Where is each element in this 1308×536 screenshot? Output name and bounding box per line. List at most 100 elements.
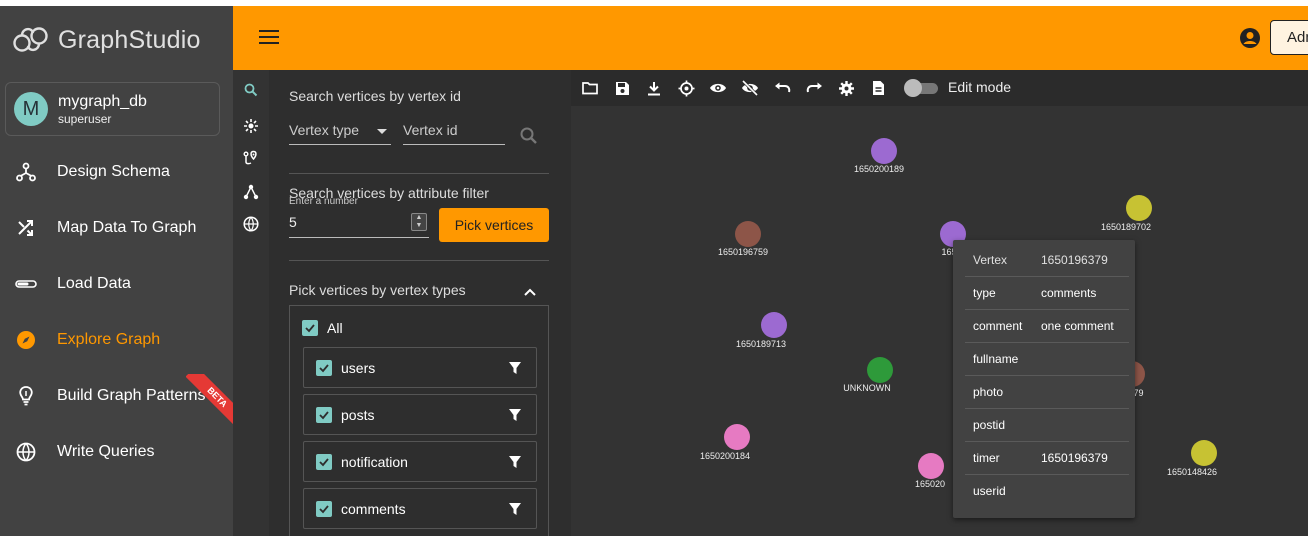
search-by-id-title: Search vertices by vertex id <box>289 88 461 104</box>
vertex-type-select[interactable]: Vertex type <box>289 117 391 145</box>
tooltip-key: type <box>973 286 996 300</box>
tooltip-key: fullname <box>973 352 1019 366</box>
vertex-label: UNKNOWN <box>843 383 891 393</box>
edit-mode-toggle[interactable] <box>904 79 940 97</box>
nav-explore-graph[interactable]: Explore Graph <box>0 320 233 360</box>
vertex-type-row[interactable]: notification <box>303 441 537 482</box>
filter-icon[interactable] <box>508 408 522 422</box>
nav-write-queries[interactable]: Write Queries <box>0 432 233 472</box>
filter-icon[interactable] <box>508 361 522 375</box>
logo-text: GraphStudio <box>58 25 201 54</box>
number-hint: Enter a number <box>289 196 358 207</box>
nav-map-data[interactable]: Map Data To Graph <box>0 208 233 248</box>
graph-vertex[interactable] <box>1126 195 1152 221</box>
vertex-label: 1650196759 <box>717 247 769 257</box>
account-icon[interactable] <box>1239 27 1261 49</box>
tooltip-key: comment <box>973 319 1023 333</box>
save-icon[interactable] <box>613 79 631 97</box>
schema-icon <box>15 161 37 183</box>
shuffle-icon <box>15 217 37 239</box>
nav-label: Write Queries <box>57 443 155 460</box>
vertex-count-input[interactable]: 5 ▲ ▼ <box>289 210 429 238</box>
search-icon[interactable] <box>519 126 539 146</box>
vertex-type-label: comments <box>341 500 406 517</box>
vertex-type-label: posts <box>341 406 375 423</box>
checkbox-checked-icon[interactable] <box>316 453 332 470</box>
graphstudio-logo[interactable]: GraphStudio <box>12 22 201 58</box>
graph-icon[interactable] <box>241 182 261 202</box>
nav-design-schema[interactable]: Design Schema <box>0 152 233 192</box>
nav-load-data[interactable]: Load Data <box>0 264 233 304</box>
tooltip-row: userid <box>965 475 1129 508</box>
graph-vertex[interactable] <box>867 357 893 383</box>
graph-canvas[interactable]: Edit mode 1650200189 1650196759 165 1650189… <box>571 70 1308 536</box>
edit-mode-label: Edit mode <box>948 79 1012 95</box>
graph-vertex[interactable] <box>1191 440 1217 466</box>
admin-button[interactable]: Admin <box>1270 20 1308 55</box>
settings-icon[interactable] <box>837 79 855 97</box>
vertex-label: 1650148426 <box>1166 467 1218 477</box>
vertex-label: 1650189713 <box>735 339 787 349</box>
tooltip-row: comment one comment <box>965 310 1129 343</box>
vertex-type-row[interactable]: comments <box>303 488 537 529</box>
tooltip-value: 1650196379 <box>1041 451 1108 465</box>
pick-vertices-button[interactable]: Pick vertices <box>439 208 549 242</box>
checkbox-checked-icon[interactable] <box>316 406 332 423</box>
vertex-type-label: notification <box>341 453 408 470</box>
graph-vertex[interactable] <box>761 312 787 338</box>
checkbox-checked-icon <box>302 320 318 336</box>
open-folder-icon[interactable] <box>581 79 599 97</box>
tooltip-value: one comment <box>1041 319 1114 333</box>
tooltip-header: Vertex 1650196379 <box>965 244 1129 277</box>
nav-label: Load Data <box>57 275 131 292</box>
tooltip-row: fullname <box>965 343 1129 376</box>
vertex-label: 1650200184 <box>699 451 751 461</box>
nav-label: Build Graph Patterns <box>57 387 206 404</box>
dropdown-arrow-icon <box>377 129 387 134</box>
tooltip-key: Vertex <box>973 253 1008 267</box>
graph-toolbar: Edit mode <box>571 70 1308 106</box>
globe-code-icon[interactable] <box>241 214 261 234</box>
divider <box>289 173 549 174</box>
nav-label: Explore Graph <box>57 331 161 348</box>
document-icon[interactable] <box>869 79 887 97</box>
graph-vertex[interactable] <box>724 424 750 450</box>
load-bar-icon <box>15 273 37 295</box>
expand-icon[interactable] <box>241 116 261 136</box>
vertex-type-row[interactable]: posts <box>303 394 537 435</box>
checkbox-checked-icon[interactable] <box>316 500 332 517</box>
eye-icon[interactable] <box>709 79 727 97</box>
search-icon[interactable] <box>241 80 261 100</box>
logo-icon <box>13 27 48 52</box>
vertex-type-row[interactable]: users <box>303 347 537 388</box>
menu-icon[interactable] <box>259 30 279 46</box>
number-stepper[interactable]: ▲ ▼ <box>411 213 427 231</box>
redo-icon[interactable] <box>805 79 823 97</box>
lightbulb-icon <box>15 385 37 407</box>
chevron-up-icon[interactable] <box>523 284 537 296</box>
compass-icon <box>15 329 37 351</box>
vertex-id-input[interactable]: Vertex id <box>403 117 505 145</box>
graph-vertex[interactable] <box>871 138 897 164</box>
vertex-type-label: users <box>341 359 376 376</box>
filter-icon[interactable] <box>508 455 522 469</box>
tooltip-key: postid <box>973 418 1006 432</box>
graph-vertex[interactable] <box>735 221 761 247</box>
vertex-label: 1650200189 <box>853 164 905 174</box>
path-finding-icon[interactable] <box>241 148 261 168</box>
beta-badge: BETA <box>186 374 236 424</box>
graph-selector[interactable]: M mygraph_db superuser <box>5 82 220 136</box>
vertex-types-list: All users posts notification comments <box>289 305 549 536</box>
locate-icon[interactable] <box>677 79 695 97</box>
eye-off-icon[interactable] <box>741 79 759 97</box>
all-types-checkbox[interactable]: All <box>302 320 343 336</box>
filter-icon[interactable] <box>508 502 522 516</box>
left-nav: GraphStudio M mygraph_db superuser Desig… <box>0 6 236 536</box>
graph-vertex[interactable] <box>918 453 944 479</box>
tooltip-row: timer 1650196379 <box>965 442 1129 475</box>
nav-label: Map Data To Graph <box>57 219 197 236</box>
checkbox-checked-icon[interactable] <box>316 359 332 376</box>
download-icon[interactable] <box>645 79 663 97</box>
undo-icon[interactable] <box>773 79 791 97</box>
user-role: superuser <box>58 111 112 126</box>
